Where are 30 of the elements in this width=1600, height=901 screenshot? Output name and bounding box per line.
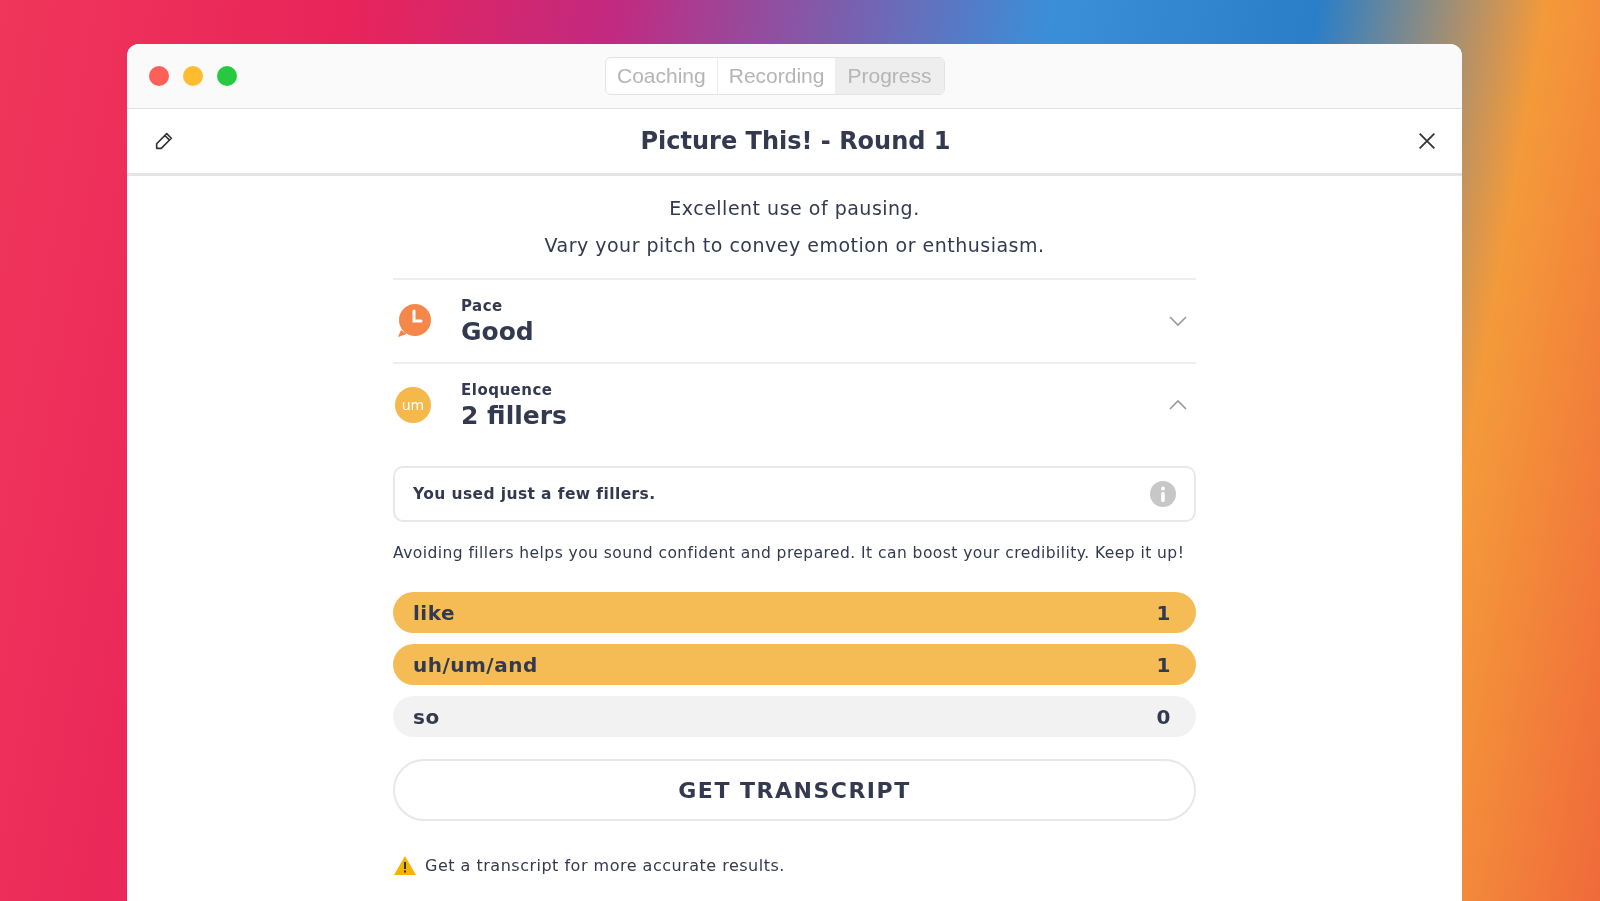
feedback-text: Vary your pitch to convey emotion or enthusiasm. (544, 233, 1045, 258)
filler-count: 0 (1156, 704, 1171, 729)
warning-text: Get a transcript for more accurate results. (425, 856, 785, 875)
summary-text: You used just a few fillers. (413, 485, 656, 503)
get-transcript-button[interactable]: GET TRANSCRIPT (393, 759, 1196, 821)
chevron-down-icon[interactable] (1168, 315, 1188, 327)
edit-icon[interactable] (153, 130, 175, 152)
chevron-up-icon[interactable] (1168, 399, 1188, 411)
filler-count: 1 (1156, 600, 1171, 625)
metric-label: Pace (461, 296, 504, 315)
filler-word: uh/um/and (413, 652, 538, 677)
filler-word: so (413, 704, 440, 729)
metric-label: Eloquence (461, 380, 554, 399)
speech-bubble-icon: um (395, 387, 431, 423)
window-title: Picture This! - Round 1 (640, 127, 951, 155)
metric-row[interactable]: Pace Good (393, 280, 1196, 364)
close-icon[interactable] (1416, 130, 1438, 152)
metric-row[interactable]: um Eloquence 2 fillers (393, 364, 1196, 446)
info-icon[interactable] (1150, 481, 1176, 507)
metric-value: Good (461, 316, 535, 346)
zoom-window-button[interactable] (217, 66, 237, 86)
close-window-button[interactable] (149, 66, 169, 86)
advice-text: Avoiding fillers helps you sound confident and prepared. It can boost your credibility. Keep it up! (393, 544, 1186, 562)
clock-bubble-icon (395, 302, 433, 340)
metric-value: 2 fillers (461, 400, 568, 430)
feedback-text: Excellent use of pausing. (669, 196, 920, 221)
minimize-window-button[interactable] (183, 66, 203, 86)
warning-icon (393, 855, 417, 876)
filler-count: 1 (1156, 652, 1171, 677)
filler-word: like (413, 600, 456, 625)
